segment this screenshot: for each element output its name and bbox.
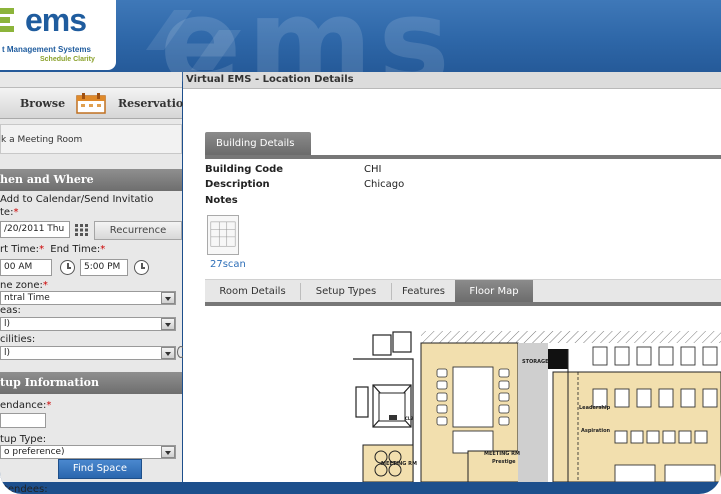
- required-marker: *: [100, 244, 106, 255]
- ems-logo-icon: [0, 8, 14, 32]
- areas-select[interactable]: l): [0, 317, 176, 331]
- tab-room-details[interactable]: Room Details: [205, 280, 300, 303]
- start-time-field[interactable]: 00 AM: [0, 259, 52, 276]
- setup-type-select[interactable]: o preference): [0, 445, 176, 459]
- chevron-down-icon[interactable]: [161, 292, 175, 304]
- chevron-down-icon[interactable]: [161, 318, 175, 330]
- areas-label: eas:: [0, 305, 21, 316]
- recurrence-button[interactable]: Recurrence: [94, 221, 182, 240]
- required-marker: *: [39, 244, 45, 255]
- date-picker-icon[interactable]: [75, 224, 89, 236]
- floor-map-image[interactable]: [353, 327, 721, 482]
- setup-information-heading[interactable]: tup Information: [0, 372, 182, 394]
- app-frame: ems ems t Management Systems Schedule Cl…: [0, 0, 721, 494]
- end-time-clock-icon[interactable]: [134, 260, 149, 275]
- attendees-label: ttendees:: [0, 484, 48, 494]
- add-calendar-label: Add to Calendar/Send Invitatio: [0, 194, 154, 205]
- chevron-down-icon[interactable]: [161, 446, 175, 458]
- map-label-leadership: Leadership: [579, 405, 611, 411]
- logo[interactable]: ems t Management Systems Schedule Clarit…: [0, 0, 116, 70]
- logo-text: ems: [25, 2, 87, 38]
- left-sidebar: Browse Reservations k a Meeting Room hen…: [0, 72, 197, 494]
- window-title: Virtual EMS - Location Details: [183, 72, 721, 89]
- timezone-label-row: ne zone:*: [0, 280, 48, 291]
- logo-subtitle: t Management Systems: [2, 45, 91, 54]
- start-time-clock-icon[interactable]: [60, 260, 75, 275]
- end-time-label: End Time:: [50, 244, 101, 255]
- timezone-select[interactable]: ntral Time: [0, 291, 176, 305]
- tab-setup-types[interactable]: Setup Types: [301, 280, 391, 303]
- time-labels-row: rt Time:* End Time:*: [0, 244, 105, 255]
- map-label-storage: STORAGE: [522, 359, 549, 365]
- logo-tagline: Schedule Clarity: [40, 56, 95, 63]
- tab-floor-map[interactable]: Floor Map: [455, 280, 533, 303]
- map-label-cl: CL2: [405, 416, 414, 421]
- date-field[interactable]: /20/2011 Thu: [0, 221, 70, 238]
- attendance-label-row: endance:*: [0, 400, 51, 411]
- map-label-aspiration: Aspiration: [581, 428, 611, 434]
- map-label-meeting-rm: MEETING RM: [381, 461, 417, 467]
- divider: [205, 302, 721, 306]
- detail-tabs: Room Details Setup Types Features Floor …: [205, 279, 721, 303]
- book-meeting-room-label: k a Meeting Room: [1, 135, 83, 145]
- attachment-thumbnail[interactable]: [207, 215, 239, 255]
- map-label-prestige: Prestige: [492, 459, 516, 465]
- end-time-field[interactable]: 5:00 PM: [80, 259, 128, 276]
- setup-type-label: tup Type:: [0, 434, 47, 445]
- notes-label: Notes: [205, 195, 238, 206]
- find-space-button[interactable]: Find Space: [58, 459, 142, 479]
- timezone-label: ne zone:: [0, 280, 43, 291]
- facilities-select[interactable]: l): [0, 346, 176, 360]
- book-meeting-room-link[interactable]: k a Meeting Room: [0, 124, 182, 154]
- attendance-field[interactable]: [0, 413, 46, 428]
- location-details-panel: Virtual EMS - Location Details Building …: [183, 72, 721, 482]
- required-marker: *: [46, 400, 52, 411]
- calendar-icon[interactable]: [75, 92, 107, 114]
- start-time-label: rt Time:: [0, 244, 40, 255]
- attachment-link[interactable]: 27scan: [210, 259, 246, 270]
- date-label-row: te:*: [0, 207, 18, 218]
- tab-features[interactable]: Features: [392, 280, 455, 303]
- building-code-label: Building Code: [205, 164, 284, 175]
- nav-bar: Browse Reservations: [0, 87, 197, 119]
- facilities-label: cilities:: [0, 334, 36, 345]
- description-label: Description: [205, 179, 270, 190]
- description-value: Chicago: [364, 179, 405, 190]
- chevron-down-icon[interactable]: [161, 347, 175, 359]
- divider: [205, 155, 721, 159]
- add-calendar-checkbox[interactable]: Add to Calendar/Send Invitatio: [0, 194, 153, 205]
- required-marker: *: [42, 280, 48, 291]
- building-code-value: CHI: [364, 164, 382, 175]
- when-where-heading[interactable]: hen and Where: [0, 169, 182, 191]
- attendance-label: endance:: [0, 400, 47, 411]
- map-label-meeting-rm: MEETING RM: [484, 451, 520, 457]
- browse-link[interactable]: Browse: [20, 97, 65, 110]
- required-marker: *: [13, 207, 19, 218]
- date-label: te:: [0, 207, 14, 218]
- tab-building-details[interactable]: Building Details: [205, 132, 311, 155]
